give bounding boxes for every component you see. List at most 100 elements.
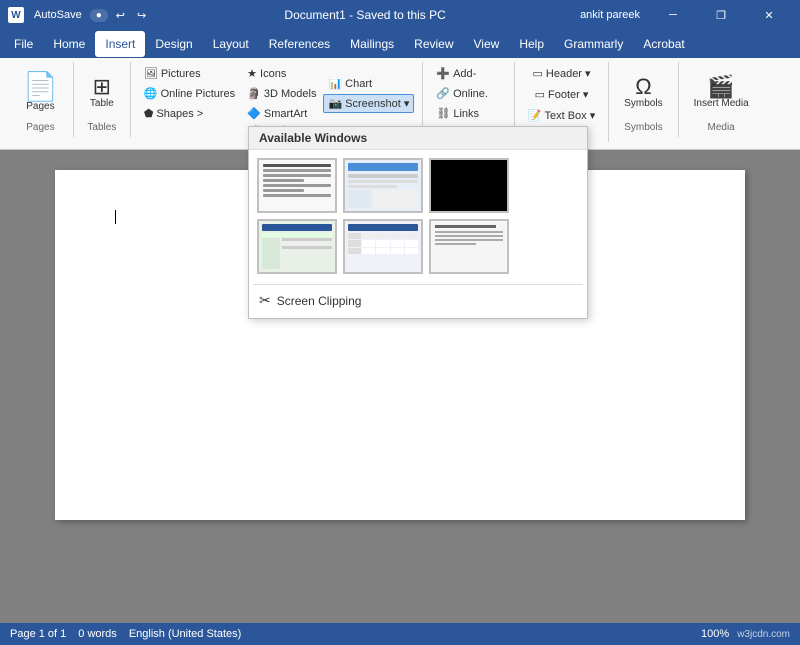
autosave-label: AutoSave <box>30 7 86 23</box>
table-label: Table <box>90 98 114 109</box>
thumbnail-1[interactable] <box>257 158 337 213</box>
illustrations-small-group3: 📊 Chart 📷 Screenshot ▾ <box>323 74 414 113</box>
menu-view[interactable]: View <box>464 31 510 57</box>
pages-group-label: Pages <box>26 122 54 133</box>
insert-media-button[interactable]: 🎬 Insert Media <box>687 64 756 120</box>
screenshot-button[interactable]: 📷 Screenshot ▾ <box>323 94 414 113</box>
addins-button[interactable]: ➕ Add- <box>431 64 505 83</box>
online-pictures-button[interactable]: 🌐 Online Pictures <box>139 84 240 103</box>
symbols-button[interactable]: Ω Symbols <box>617 64 669 120</box>
online-button[interactable]: 🔗 Online. <box>431 84 505 103</box>
title-bar-left: W AutoSave ● ↩ ↪ <box>8 7 150 24</box>
pages-label: Pages <box>26 101 54 112</box>
header-button[interactable]: ▭ Header ▾ <box>527 64 595 83</box>
menu-acrobat[interactable]: Acrobat <box>633 31 694 57</box>
chart-label: Chart <box>345 78 372 90</box>
illustrations-small-group2: ★ Icons 🗿 3D Models 🔷 SmartArt <box>242 64 321 123</box>
pictures-icon: 🖼 <box>144 67 158 80</box>
word-app-icon: W <box>8 7 24 23</box>
insert-media-icon: 🎬 <box>707 76 734 98</box>
smartart-button[interactable]: 🔷 SmartArt <box>242 104 321 123</box>
status-right: 100% w3jcdn.com <box>701 628 790 640</box>
links-icon: ⛓ <box>436 107 450 120</box>
status-left: Page 1 of 1 0 words English (United Stat… <box>10 628 241 640</box>
menu-file[interactable]: File <box>4 31 43 57</box>
menu-grammarly[interactable]: Grammarly <box>554 31 633 57</box>
table-button[interactable]: ⊞ Table <box>82 64 122 120</box>
footer-icon: ▭ <box>535 88 545 101</box>
thumbnail-5[interactable] <box>343 219 423 274</box>
symbols-icon: Ω <box>635 76 651 98</box>
chart-icon: 📊 <box>328 77 342 90</box>
textbox-button[interactable]: 📝 Text Box ▾ <box>523 106 600 125</box>
online-icon: 🔗 <box>436 87 450 100</box>
menu-references[interactable]: References <box>259 31 340 57</box>
icons-icon: ★ <box>247 67 257 80</box>
thumbnail-2[interactable] <box>343 158 423 213</box>
smartart-label: SmartArt <box>264 108 307 120</box>
zoom-level: 100% <box>701 628 729 640</box>
insert-media-label: Insert Media <box>694 98 749 109</box>
shapes-icon: ⬟ <box>144 107 154 120</box>
links-button[interactable]: ⛓ Links <box>431 104 505 123</box>
online-pictures-icon: 🌐 <box>144 87 158 100</box>
addins-icon: ➕ <box>436 67 450 80</box>
textbox-icon: 📝 <box>528 109 542 122</box>
tables-group-label: Tables <box>87 122 116 133</box>
menu-review[interactable]: Review <box>404 31 463 57</box>
restore-button[interactable]: ❐ <box>698 0 744 30</box>
thumbnail-6[interactable] <box>429 219 509 274</box>
menu-layout[interactable]: Layout <box>203 31 259 57</box>
online-label: Online. <box>453 88 488 100</box>
thumbnail-grid <box>249 150 587 282</box>
symbols-label: Symbols <box>624 98 662 109</box>
pictures-button[interactable]: 🖼 Pictures <box>139 64 240 83</box>
chart-button[interactable]: 📊 Chart <box>323 74 414 93</box>
window-controls: ankit pareek ─ ❐ ✕ <box>580 0 792 30</box>
watermark-url: w3jcdn.com <box>737 629 790 640</box>
thumbnail-4[interactable] <box>257 219 337 274</box>
icons-label: Icons <box>260 68 286 80</box>
screen-clipping-button[interactable]: ✂ Screen Clipping <box>249 287 587 314</box>
redo-button[interactable]: ↪ <box>133 7 150 24</box>
table-icon: ⊞ <box>93 76 111 98</box>
ribbon-group-tables: ⊞ Table Tables <box>74 62 131 137</box>
title-bar: W AutoSave ● ↩ ↪ Document1 - Saved to th… <box>0 0 800 30</box>
pages-icon: 📄 <box>23 73 58 101</box>
media-group-label: Media <box>708 122 735 133</box>
3d-models-button[interactable]: 🗿 3D Models <box>242 84 321 103</box>
document-title: Document1 - Saved to this PC <box>150 8 580 22</box>
thumbnail-3[interactable] <box>429 158 509 213</box>
language[interactable]: English (United States) <box>129 628 242 640</box>
menu-bar: File Home Insert Design Layout Reference… <box>0 30 800 58</box>
minimize-button[interactable]: ─ <box>650 0 696 30</box>
ribbon-group-pages: 📄 Pages Pages <box>8 62 74 137</box>
smartart-icon: 🔷 <box>247 107 261 120</box>
textbox-label: Text Box ▾ <box>544 109 595 122</box>
menu-design[interactable]: Design <box>145 31 202 57</box>
menu-home[interactable]: Home <box>43 31 95 57</box>
shapes-button[interactable]: ⬟ Shapes > <box>139 104 240 123</box>
undo-button[interactable]: ↩ <box>112 7 129 24</box>
word-count: 0 words <box>78 628 117 640</box>
illustrations-small-group: 🖼 Pictures 🌐 Online Pictures ⬟ Shapes > <box>139 64 240 123</box>
dropdown-divider <box>253 284 583 285</box>
menu-help[interactable]: Help <box>509 31 554 57</box>
online-pictures-label: Online Pictures <box>161 88 236 100</box>
menu-mailings[interactable]: Mailings <box>340 31 404 57</box>
3d-models-icon: 🗿 <box>247 87 261 100</box>
screen-clipping-icon: ✂ <box>259 292 271 309</box>
addins-label: Add- <box>453 68 476 80</box>
links-label: Links <box>453 108 479 120</box>
autosave-toggle[interactable]: ● <box>90 9 108 22</box>
footer-button[interactable]: ▭ Footer ▾ <box>530 85 594 104</box>
header-icon: ▭ <box>532 67 542 80</box>
icons-button[interactable]: ★ Icons <box>242 64 321 83</box>
shapes-label: Shapes > <box>156 108 203 120</box>
close-button[interactable]: ✕ <box>746 0 792 30</box>
ribbon: 📄 Pages Pages ⊞ Table Tables 🖼 <box>0 58 800 150</box>
footer-label: Footer ▾ <box>548 88 588 101</box>
menu-insert[interactable]: Insert <box>95 31 145 57</box>
pages-button[interactable]: 📄 Pages <box>16 64 65 120</box>
text-cursor <box>115 210 116 224</box>
